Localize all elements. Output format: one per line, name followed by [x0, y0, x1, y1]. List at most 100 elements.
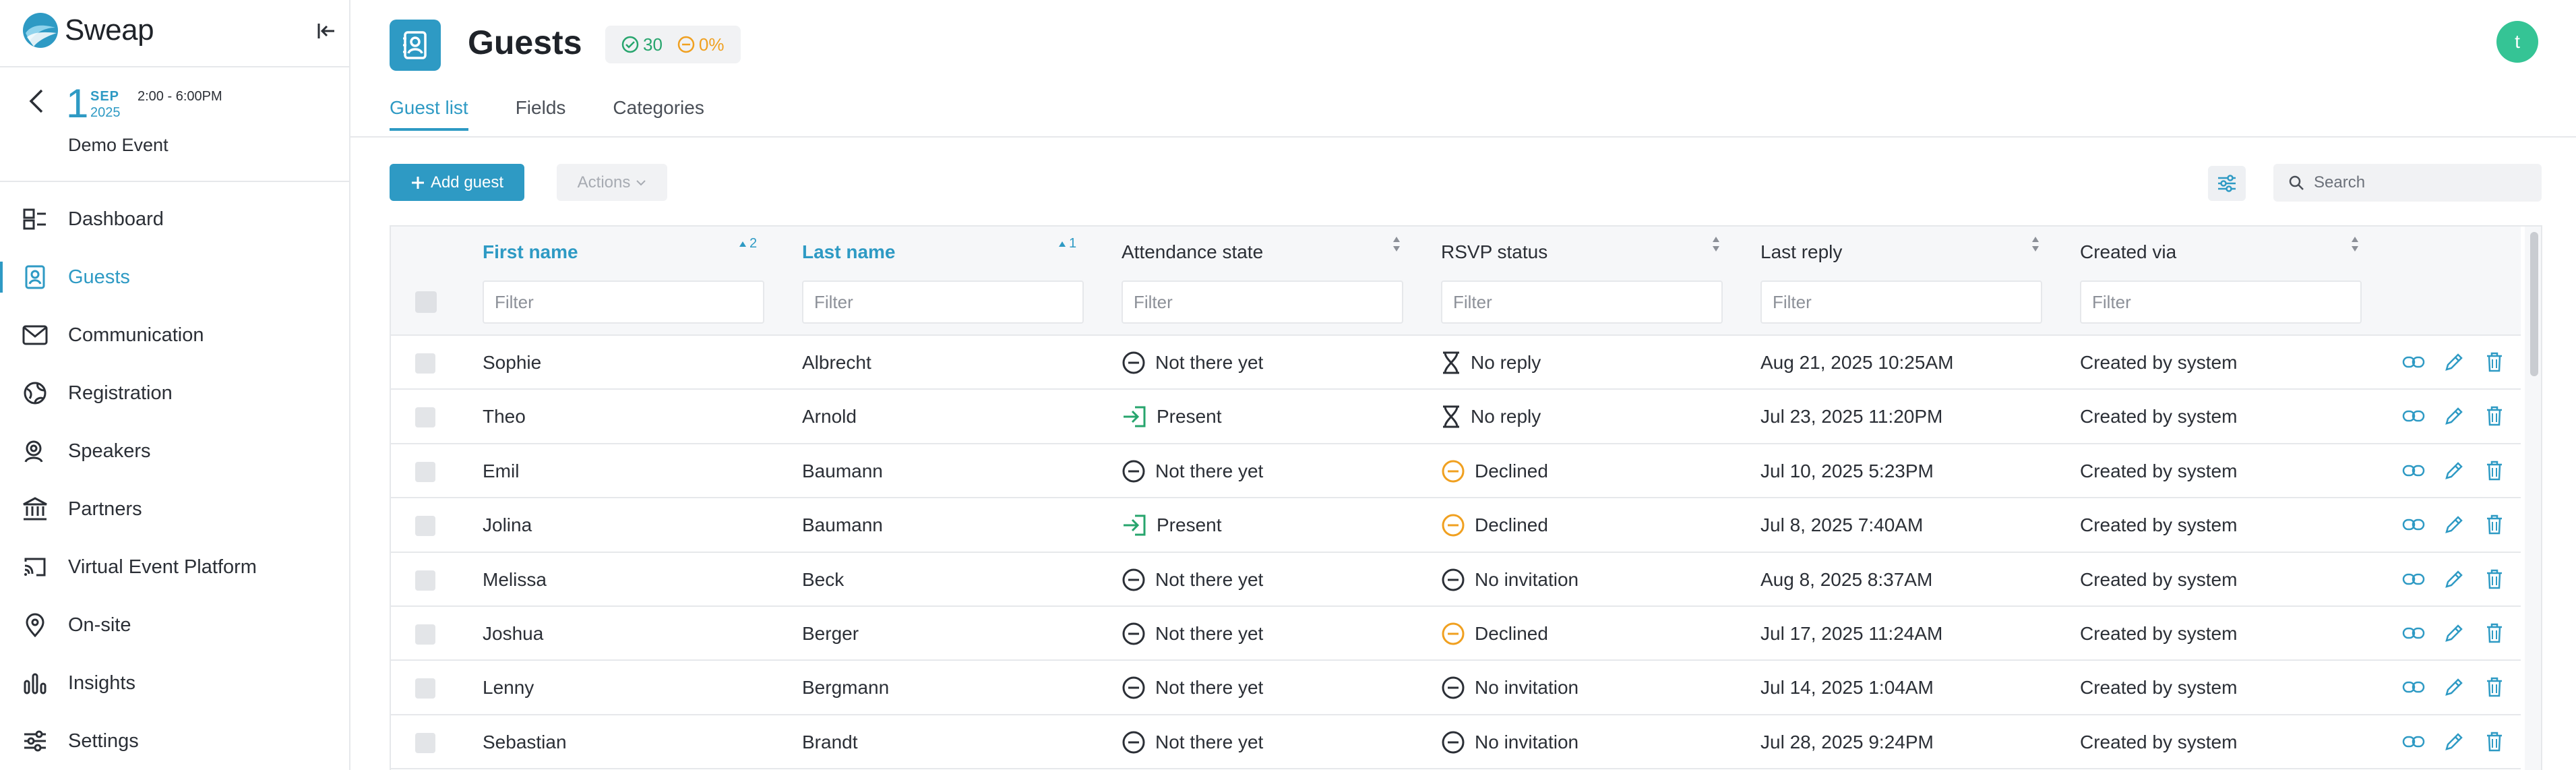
cell-created-via: Created by system	[2080, 568, 2238, 590]
sidebar-item-virtual-event-platform[interactable]: Virtual Event Platform	[0, 538, 349, 596]
filter-attendance-state[interactable]	[1122, 280, 1403, 324]
column-last-reply[interactable]: Last reply	[1760, 227, 2080, 334]
cell-attendance-state: Present	[1122, 498, 1222, 552]
trash-icon[interactable]	[2483, 513, 2506, 536]
user-avatar[interactable]: t	[2496, 21, 2538, 63]
row-checkbox[interactable]	[415, 353, 435, 374]
edit-pencil-icon[interactable]	[2443, 676, 2465, 699]
column-attendance-state[interactable]: Attendance state	[1122, 227, 1441, 334]
trash-icon[interactable]	[2483, 351, 2506, 374]
tab-fields[interactable]: Fields	[516, 97, 566, 131]
add-guest-button[interactable]: Add guest	[390, 164, 524, 201]
cell-rsvp-status: No reply	[1441, 336, 1541, 390]
table-row[interactable]: Lenny Bergmann Not there yet No invitation J…	[391, 661, 2521, 715]
table-header: First name 2 Last name 1 Attendance stat…	[391, 227, 2521, 336]
search-input[interactable]	[2314, 173, 2529, 192]
link-icon[interactable]	[2402, 405, 2425, 427]
vertical-scrollbar[interactable]	[2525, 227, 2541, 770]
filter-last-reply[interactable]	[1760, 280, 2042, 324]
trash-icon[interactable]	[2483, 730, 2506, 753]
link-icon[interactable]	[2402, 730, 2425, 753]
attendance-label: Present	[1157, 514, 1222, 536]
table-row[interactable]: Theo Arnold Present No reply Jul 23, 2025 11…	[391, 390, 2521, 444]
row-checkbox[interactable]	[415, 624, 435, 645]
sidebar-item-guests[interactable]: Guests	[0, 248, 349, 306]
edit-pencil-icon[interactable]	[2443, 351, 2465, 374]
table-row[interactable]: Joshua Berger Not there yet Declined Jul 17,…	[391, 607, 2521, 661]
collapse-sidebar-button[interactable]	[311, 16, 341, 46]
cell-rsvp-status: Declined	[1441, 444, 1548, 498]
edit-pencil-icon[interactable]	[2443, 622, 2465, 645]
edit-pencil-icon[interactable]	[2443, 405, 2465, 427]
table-row[interactable]: Jolina Baumann Present Declined Jul 8, 2025 …	[391, 498, 2521, 553]
edit-pencil-icon[interactable]	[2443, 568, 2465, 591]
filter-created-via[interactable]	[2080, 280, 2362, 324]
column-last-name[interactable]: Last name 1	[802, 227, 1122, 334]
table-settings-button[interactable]	[2208, 166, 2246, 201]
sort-toggle-icon	[1711, 233, 1721, 255]
edit-pencil-icon[interactable]	[2443, 513, 2465, 536]
tab-categories[interactable]: Categories	[613, 97, 704, 131]
sidebar-item-settings[interactable]: Settings	[0, 712, 349, 770]
edit-pencil-icon[interactable]	[2443, 730, 2465, 753]
rsvp-label: Declined	[1475, 622, 1548, 644]
column-rsvp-status[interactable]: RSVP status	[1441, 227, 1760, 334]
sidebar-item-on-site[interactable]: On-site	[0, 596, 349, 654]
table-row[interactable]: Sebastian Brandt Not there yet No invitatio…	[391, 715, 2521, 770]
link-icon[interactable]	[2402, 568, 2425, 591]
row-checkbox[interactable]	[415, 461, 435, 482]
sidebar-item-partners[interactable]: Partners	[0, 480, 349, 538]
trash-icon[interactable]	[2483, 676, 2506, 699]
row-checkbox[interactable]	[415, 678, 435, 699]
sidebar-item-registration[interactable]: Registration	[0, 364, 349, 422]
trash-icon[interactable]	[2483, 622, 2506, 645]
link-icon[interactable]	[2402, 459, 2425, 482]
table-row[interactable]: Melissa Beck Not there yet No invitation Aug…	[391, 553, 2521, 607]
cell-first-name: Theo	[483, 406, 526, 427]
row-checkbox[interactable]	[415, 407, 435, 428]
cell-last-reply: Jul 8, 2025 7:40AM	[1760, 514, 1924, 536]
minus-circle-icon	[1441, 676, 1465, 700]
row-checkbox[interactable]	[415, 516, 435, 537]
link-icon[interactable]	[2402, 351, 2425, 374]
guests-icon	[22, 265, 49, 289]
tab-guest-list[interactable]: Guest list	[390, 97, 468, 131]
sidebar-item-communication[interactable]: Communication	[0, 306, 349, 364]
filter-first-name[interactable]	[483, 280, 764, 324]
table-row[interactable]: Emil Baumann Not there yet Declined Jul 10, …	[391, 444, 2521, 499]
rsvp-label: Declined	[1475, 460, 1548, 481]
link-icon[interactable]	[2402, 676, 2425, 699]
column-created-via[interactable]: Created via	[2080, 227, 2399, 334]
column-first-name[interactable]: First name 2	[483, 227, 802, 334]
select-all-checkbox[interactable]	[415, 291, 437, 313]
cell-attendance-state: Not there yet	[1122, 553, 1263, 607]
sidebar-item-label: Speakers	[68, 440, 151, 462]
plus-icon	[411, 176, 424, 189]
table-row[interactable]: Sophie Albrecht Not there yet No reply Aug 2…	[391, 336, 2521, 390]
cell-attendance-state: Not there yet	[1122, 661, 1263, 715]
filter-last-name[interactable]	[802, 280, 1084, 324]
sidebar-item-dashboard[interactable]: Dashboard	[0, 190, 349, 248]
trash-icon[interactable]	[2483, 405, 2506, 427]
trash-icon[interactable]	[2483, 568, 2506, 591]
sidebar-item-label: Registration	[68, 382, 173, 404]
sidebar-item-speakers[interactable]: Speakers	[0, 422, 349, 480]
row-checkbox[interactable]	[415, 570, 435, 591]
rsvp-label: No reply	[1471, 352, 1541, 373]
event-time: 2:00 - 6:00PM	[137, 89, 222, 104]
cell-last-name: Albrecht	[802, 352, 871, 373]
edit-pencil-icon[interactable]	[2443, 459, 2465, 482]
scrollbar-thumb[interactable]	[2530, 232, 2538, 376]
row-checkbox[interactable]	[415, 732, 435, 753]
link-icon[interactable]	[2402, 513, 2425, 536]
cell-last-name: Brandt	[802, 731, 858, 752]
brand-logo[interactable]: Sweap	[22, 9, 154, 51]
actions-dropdown[interactable]: Actions	[557, 164, 667, 201]
back-button[interactable]	[20, 82, 53, 120]
cell-created-via: Created by system	[2080, 514, 2238, 536]
trash-icon[interactable]	[2483, 459, 2506, 482]
sidebar-item-insights[interactable]: Insights	[0, 654, 349, 712]
link-icon[interactable]	[2402, 622, 2425, 645]
filter-rsvp-status[interactable]	[1441, 280, 1723, 324]
minus-circle-icon	[1122, 622, 1146, 646]
